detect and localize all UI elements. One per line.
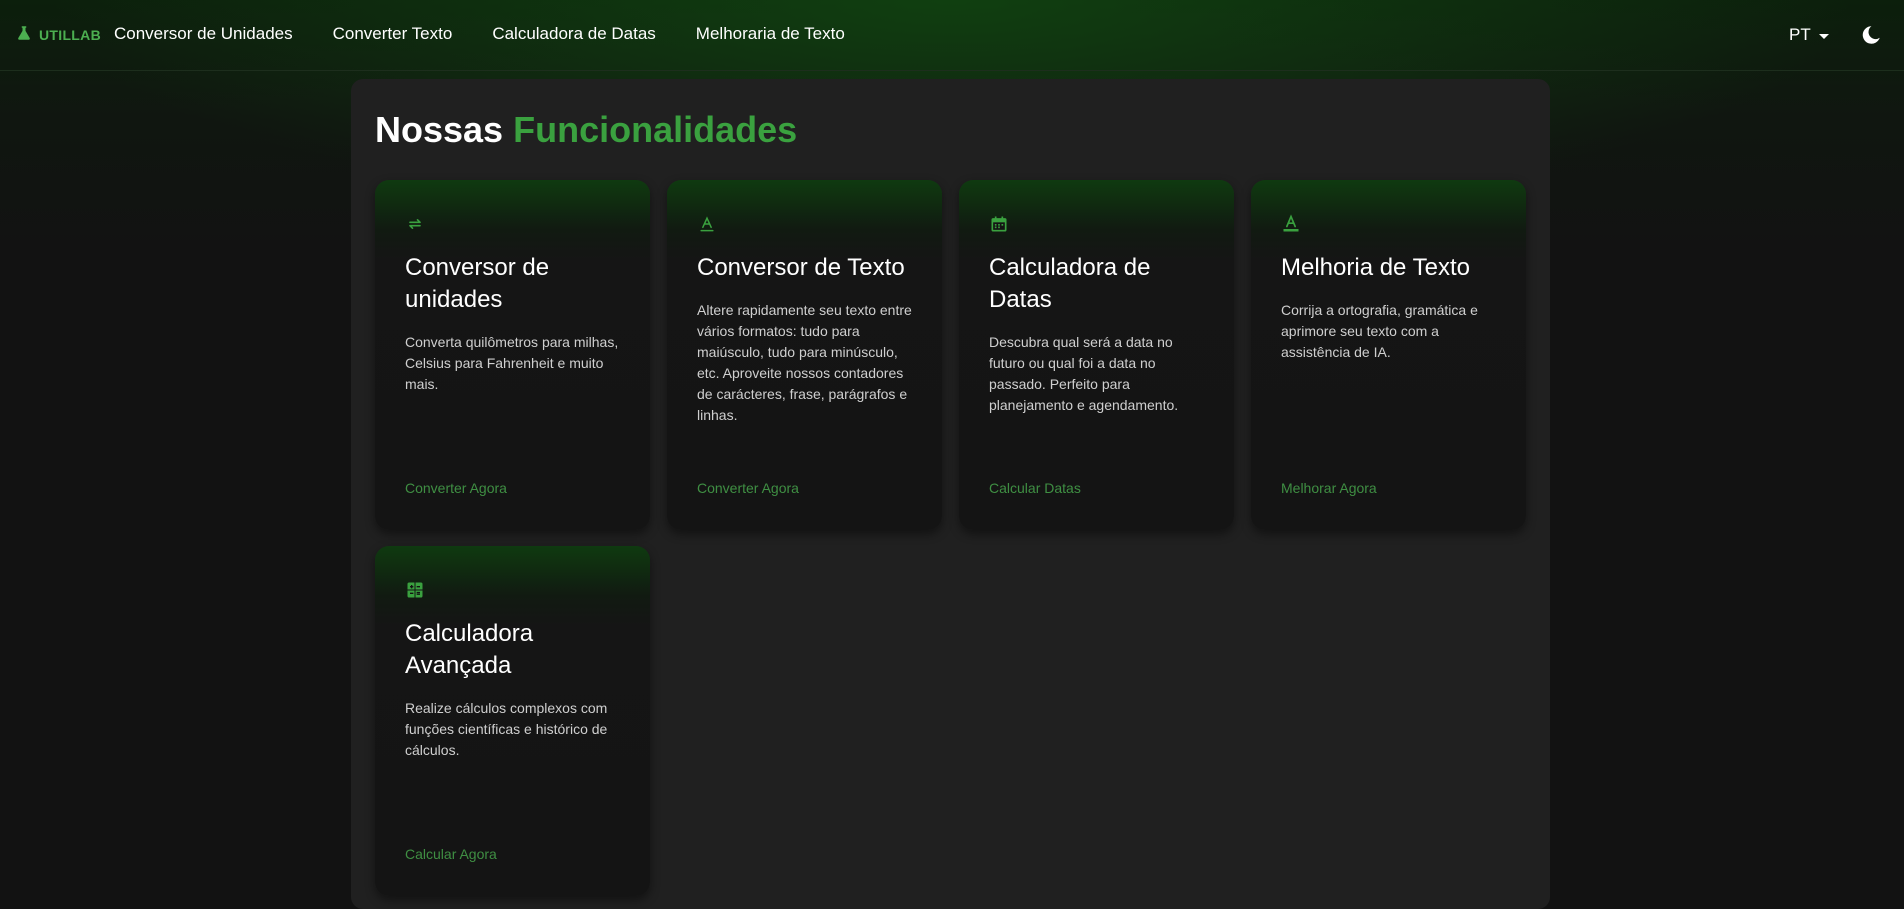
text-color-icon (1281, 214, 1301, 234)
card-title: Calculadora Avançada (405, 620, 534, 679)
card-link-improve-text[interactable]: Melhorar Agora (1281, 480, 1377, 496)
card-link-convert-units[interactable]: Converter Agora (405, 480, 507, 496)
feature-card-unit-converter[interactable]: Conversor de unidades Converta quilômetr… (375, 180, 650, 530)
moon-icon (1862, 26, 1880, 44)
brand-logo[interactable]: UTILLAB (15, 24, 101, 45)
card-description: Converta quilômetros para milhas, Celsiu… (405, 334, 619, 392)
calendar-icon (989, 214, 1009, 234)
card-link-calculate-now[interactable]: Calcular Agora (405, 846, 497, 862)
page-title: Nossas Funcionalidades (375, 109, 797, 151)
card-title: Conversor de unidades (405, 254, 550, 313)
card-description: Descubra qual será a data no futuro ou q… (989, 334, 1179, 413)
flask-icon (15, 24, 33, 45)
title-part-2: Funcionalidades (513, 109, 798, 150)
nav-link-conversor-unidades[interactable]: Conversor de Unidades (114, 24, 293, 44)
title-part-1: Nossas (375, 109, 504, 150)
swap-arrows-icon (405, 214, 425, 234)
language-dropdown[interactable]: PT (1789, 25, 1829, 45)
feature-card-advanced-calculator[interactable]: Calculadora Avançada Realize cálculos co… (375, 546, 650, 896)
nav-links: Conversor de Unidades Converter Texto Ca… (114, 24, 845, 44)
feature-card-date-calculator[interactable]: Calculadora de Datas Descubra qual será … (959, 180, 1234, 530)
card-title: Melhoria de Texto (1281, 254, 1470, 281)
brand-name: UTILLAB (39, 26, 101, 43)
feature-card-text-improvement[interactable]: Melhoria de Texto Corrija a ortografia, … (1251, 180, 1526, 530)
caret-down-icon (1818, 33, 1829, 39)
card-link-calculate-dates[interactable]: Calcular Datas (989, 480, 1081, 496)
card-description: Altere rapidamente seu texto entre vário… (697, 302, 912, 423)
card-title: Conversor de Texto (697, 254, 905, 281)
card-title: Calculadora de Datas (989, 254, 1151, 313)
nav-link-calculadora-datas[interactable]: Calculadora de Datas (492, 24, 655, 44)
features-panel: Nossas Funcionalidades Conversor de unid… (351, 79, 1550, 909)
theme-toggle-button[interactable] (1860, 24, 1882, 46)
calculator-icon (405, 580, 425, 600)
card-description: Realize cálculos complexos com funções c… (405, 700, 608, 758)
language-label: PT (1789, 25, 1811, 44)
card-link-convert-text[interactable]: Converter Agora (697, 480, 799, 496)
text-format-icon (697, 214, 717, 234)
card-description: Corrija a ortografia, gramática e aprimo… (1281, 302, 1478, 360)
nav-link-melhoraria-texto[interactable]: Melhoraria de Texto (696, 24, 845, 44)
feature-card-text-converter[interactable]: Conversor de Texto Altere rapidamente se… (667, 180, 942, 530)
top-navbar: UTILLAB Conversor de Unidades Converter … (0, 0, 1904, 71)
nav-link-converter-texto[interactable]: Converter Texto (333, 24, 453, 44)
